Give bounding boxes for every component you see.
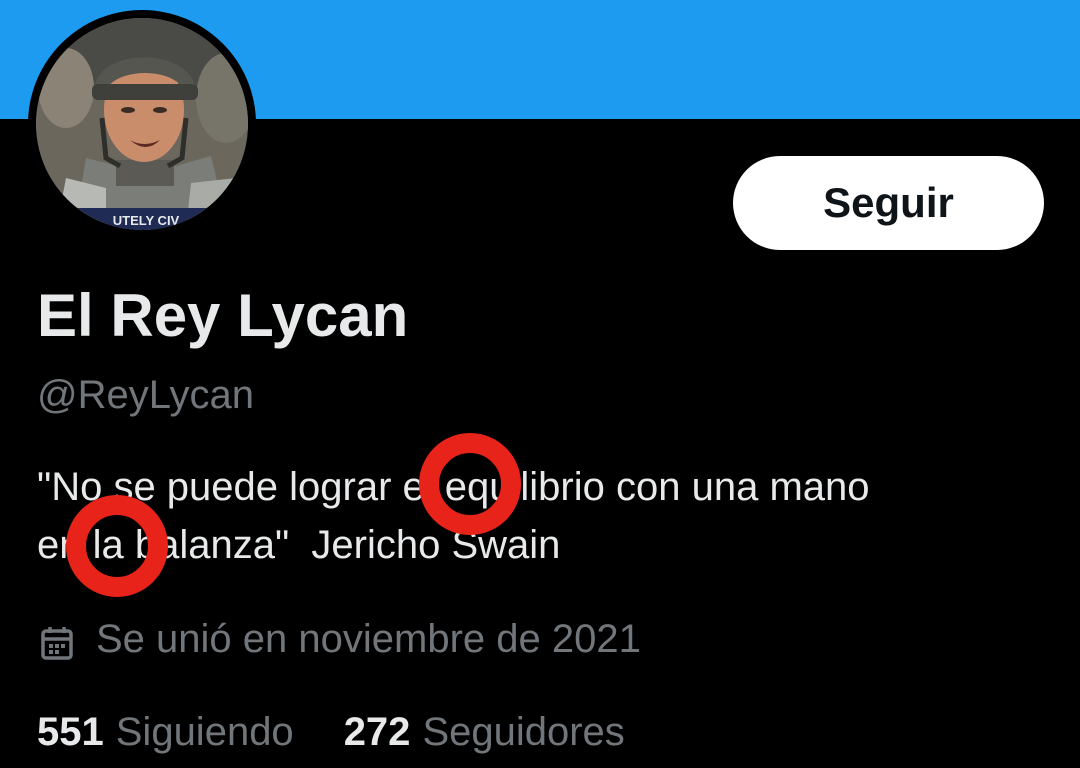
- user-handle: @ReyLycan: [37, 373, 254, 417]
- following-label: Siguiendo: [115, 710, 294, 754]
- profile-page: UTELY CIV Seguir El Rey Lycan @ReyLycan …: [0, 0, 1080, 768]
- avatar-border: UTELY CIV: [28, 10, 256, 238]
- calendar-icon: [40, 621, 74, 660]
- join-date: Se unió en noviembre de 2021: [40, 612, 641, 666]
- avatar[interactable]: UTELY CIV: [36, 18, 248, 230]
- followers-link[interactable]: 272 Seguidores: [344, 705, 625, 759]
- followers-label: Seguidores: [422, 710, 625, 754]
- follow-button[interactable]: Seguir: [733, 156, 1044, 250]
- join-date-text: Se unió en noviembre de 2021: [96, 617, 641, 661]
- followers-count: 272: [343, 710, 411, 754]
- profile-bio: "No se puede lograr el equilibrio con un…: [37, 458, 1047, 574]
- follow-stats: 551 Siguiendo 272 Seguidores: [37, 705, 625, 759]
- bio-line-2: en la balanza" Jericho Swain: [37, 523, 561, 567]
- avatar-caption-text: UTELY CIV: [113, 213, 180, 228]
- bio-line-1: "No se puede lograr el equilibrio con un…: [37, 465, 870, 509]
- following-count: 551: [37, 710, 104, 754]
- display-name: El Rey Lycan: [37, 282, 409, 349]
- avatar-image: UTELY CIV: [36, 18, 248, 230]
- following-link[interactable]: 551 Siguiendo: [37, 705, 294, 759]
